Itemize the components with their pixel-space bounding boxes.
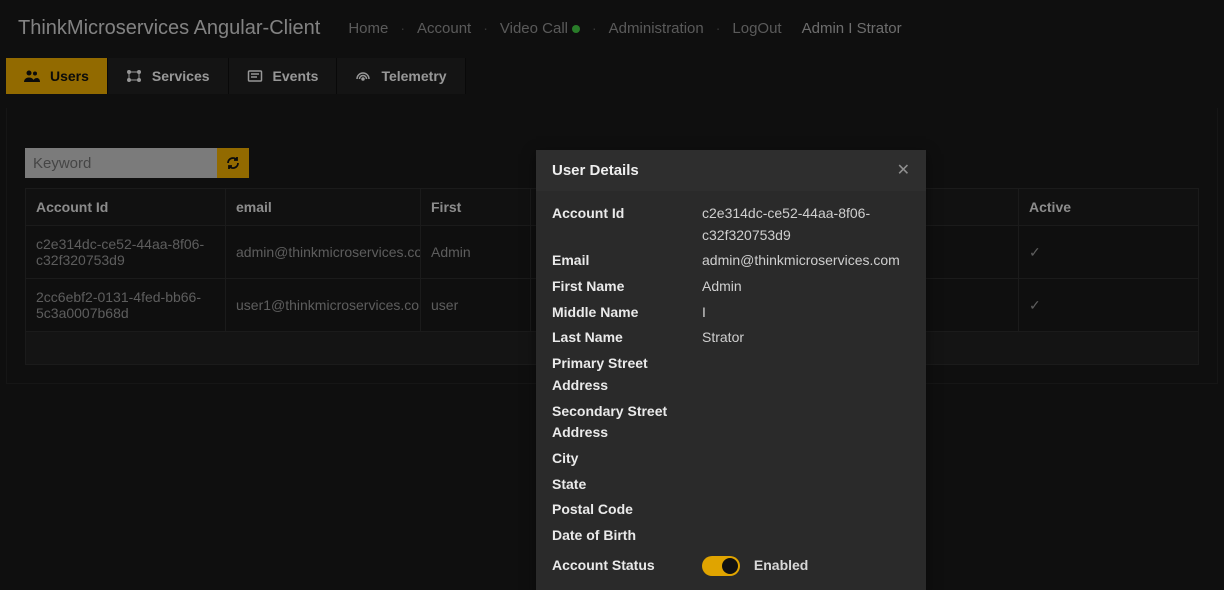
- label-city: City: [552, 448, 702, 470]
- label-state: State: [552, 474, 702, 496]
- modal-header: User Details ✕: [536, 150, 926, 191]
- label-secondary-address: Secondary Street Address: [552, 401, 702, 444]
- modal-title: User Details: [552, 162, 639, 179]
- label-last-name: Last Name: [552, 327, 702, 349]
- value-first-name: Admin: [702, 276, 910, 298]
- value-middle-name: I: [702, 302, 910, 324]
- close-icon[interactable]: ✕: [897, 163, 910, 179]
- label-first-name: First Name: [552, 276, 702, 298]
- label-email: Email: [552, 250, 702, 272]
- value-account-id: c2e314dc-ce52-44aa-8f06-c32f320753d9: [702, 203, 910, 246]
- label-account-status: Account Status: [552, 555, 702, 577]
- account-status-toggle[interactable]: [702, 556, 740, 576]
- value-last-name: Strator: [702, 327, 910, 349]
- value-account-status: Enabled: [702, 555, 910, 577]
- label-account-id: Account Id: [552, 203, 702, 225]
- account-status-text: Enabled: [754, 557, 808, 573]
- user-details-modal: User Details ✕ Account Idc2e314dc-ce52-4…: [536, 150, 926, 590]
- label-primary-address: Primary Street Address: [552, 353, 702, 396]
- value-email: admin@thinkmicroservices.com: [702, 250, 910, 272]
- modal-body: Account Idc2e314dc-ce52-44aa-8f06-c32f32…: [536, 191, 926, 590]
- label-middle-name: Middle Name: [552, 302, 702, 324]
- label-dob: Date of Birth: [552, 525, 702, 547]
- label-postal-code: Postal Code: [552, 499, 702, 521]
